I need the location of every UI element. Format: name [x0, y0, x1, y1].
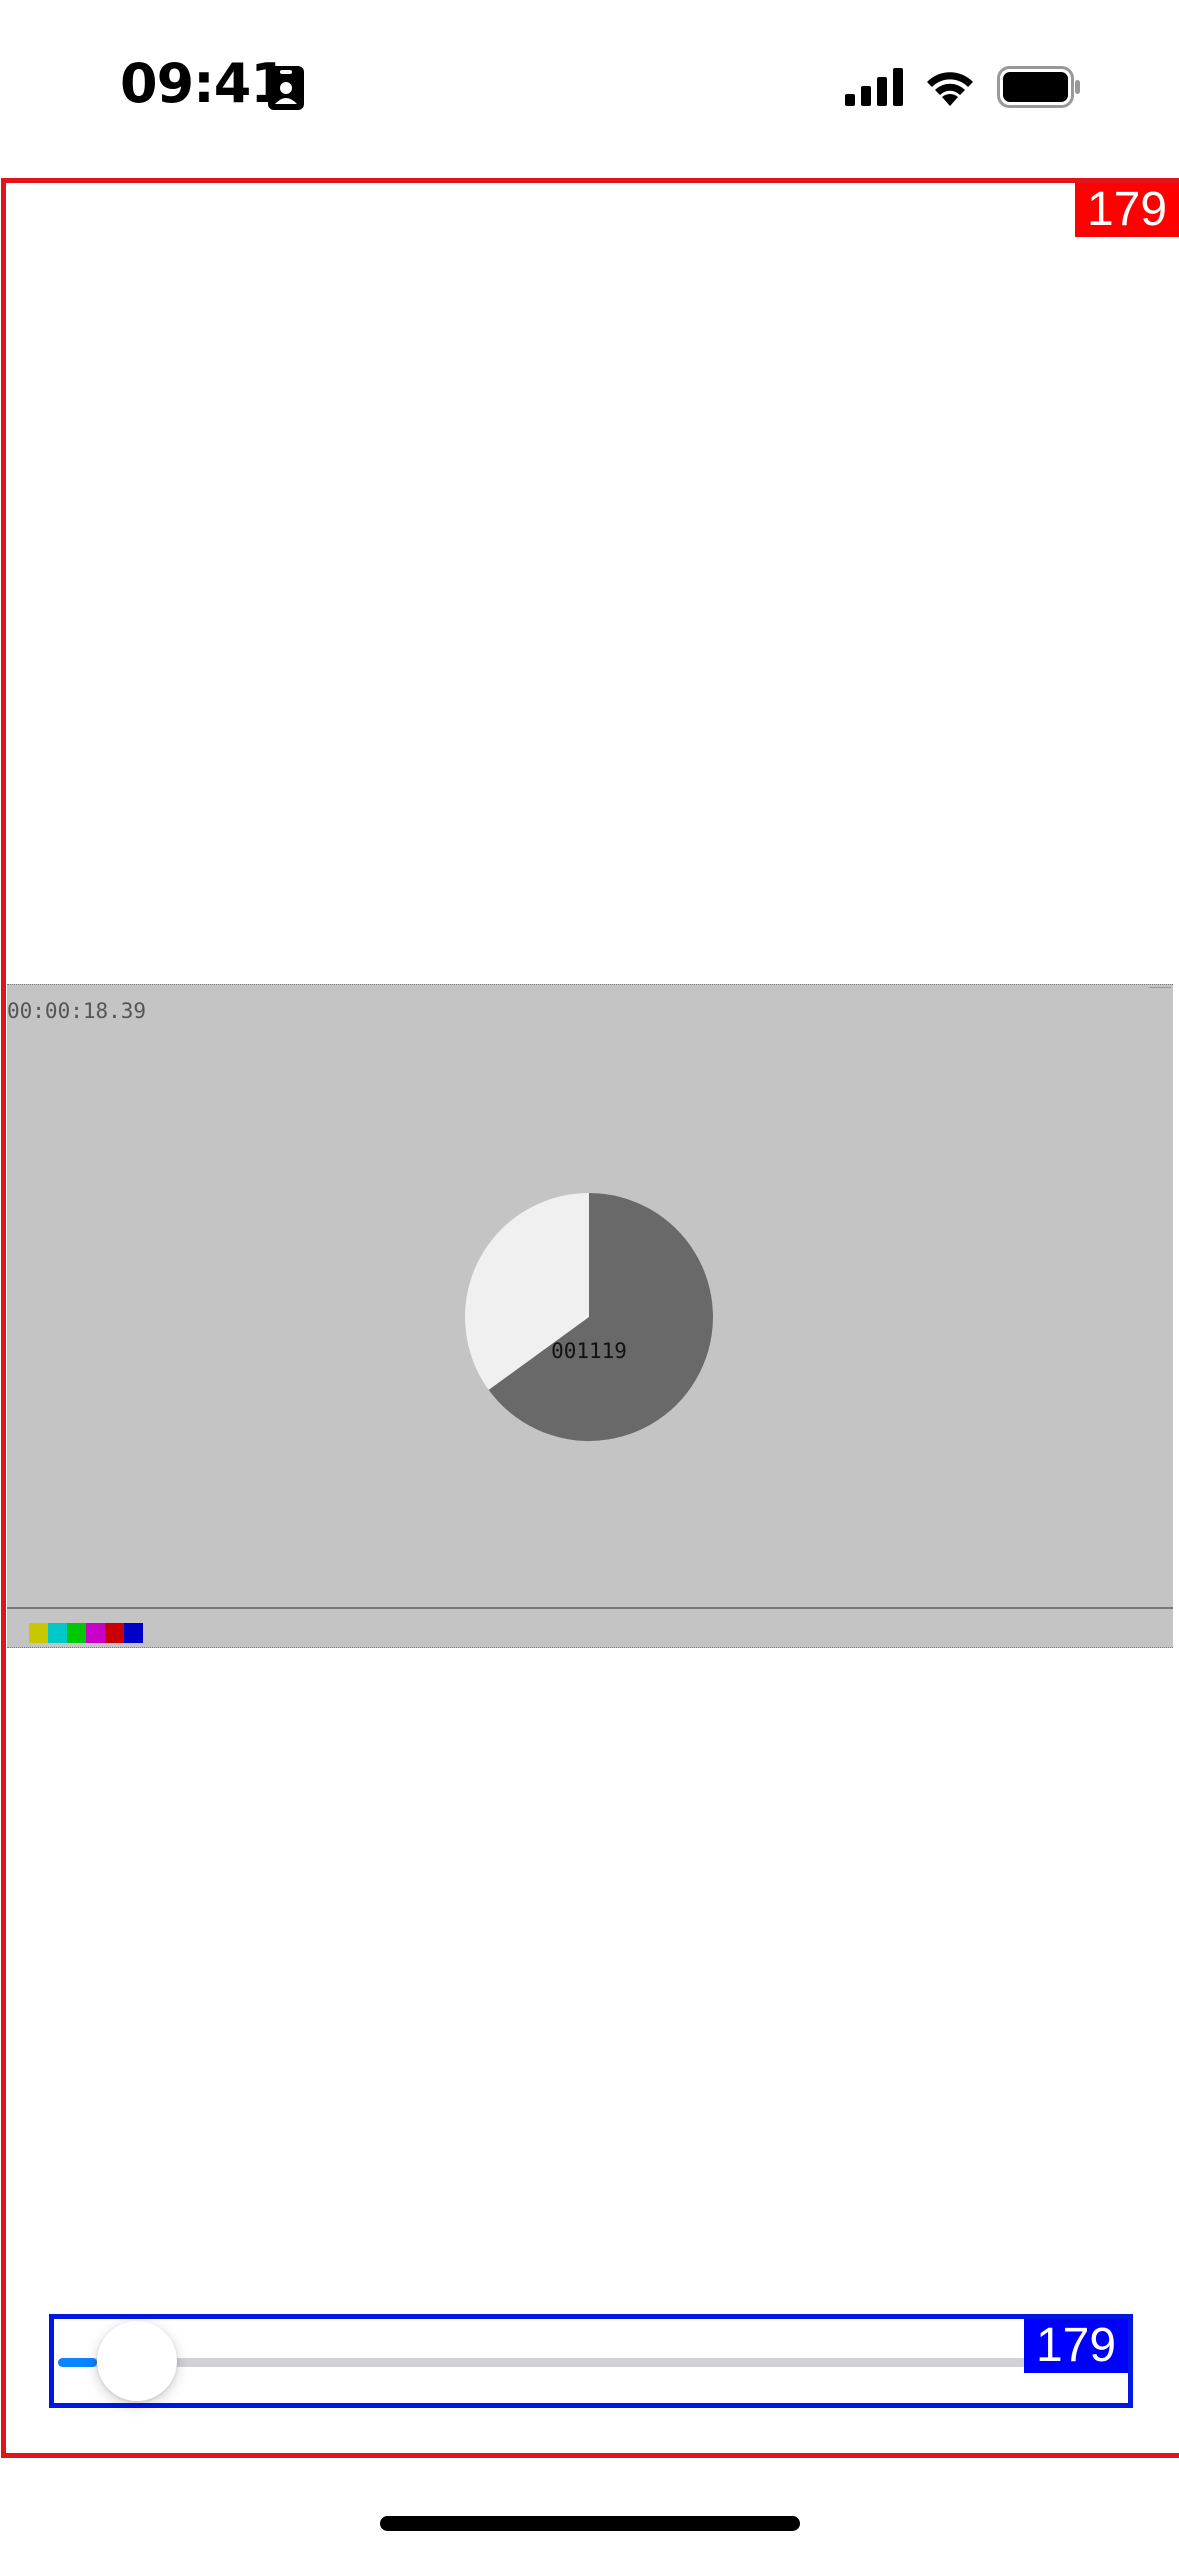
corner-mark — [1149, 987, 1171, 994]
slider-thumb[interactable] — [96, 2321, 177, 2401]
color-bar-swatch — [105, 1623, 124, 1643]
wifi-icon — [927, 72, 973, 106]
view-tag-badge: 179 — [1075, 183, 1179, 237]
color-bar-swatch — [29, 1623, 48, 1643]
battery-icon — [997, 66, 1080, 108]
status-time: 09:41 — [120, 52, 288, 115]
color-bar-swatch — [67, 1623, 86, 1643]
slider-fill — [58, 2358, 97, 2367]
color-bar-swatch — [86, 1623, 105, 1643]
color-bars — [29, 1623, 143, 1643]
divider-line — [7, 1607, 1173, 1609]
slider-track[interactable] — [58, 2358, 1028, 2367]
slider-tag-badge: 179 — [1024, 2319, 1128, 2373]
frame-counter: 001119 — [551, 1339, 627, 1363]
color-bar-swatch — [48, 1623, 67, 1643]
slider-outline-frame: 179 — [49, 2314, 1133, 2408]
color-bar-swatch — [124, 1623, 143, 1643]
home-indicator[interactable] — [380, 2516, 800, 2531]
video-player[interactable]: 00:00:18.39 001119 — [7, 984, 1173, 1648]
id-card-icon — [268, 66, 304, 110]
video-timecode: 00:00:18.39 — [7, 999, 147, 1023]
status-bar: 09:41 — [0, 0, 1179, 175]
countdown-pie-chart — [465, 1193, 713, 1441]
cellular-signal-icon — [845, 68, 903, 106]
